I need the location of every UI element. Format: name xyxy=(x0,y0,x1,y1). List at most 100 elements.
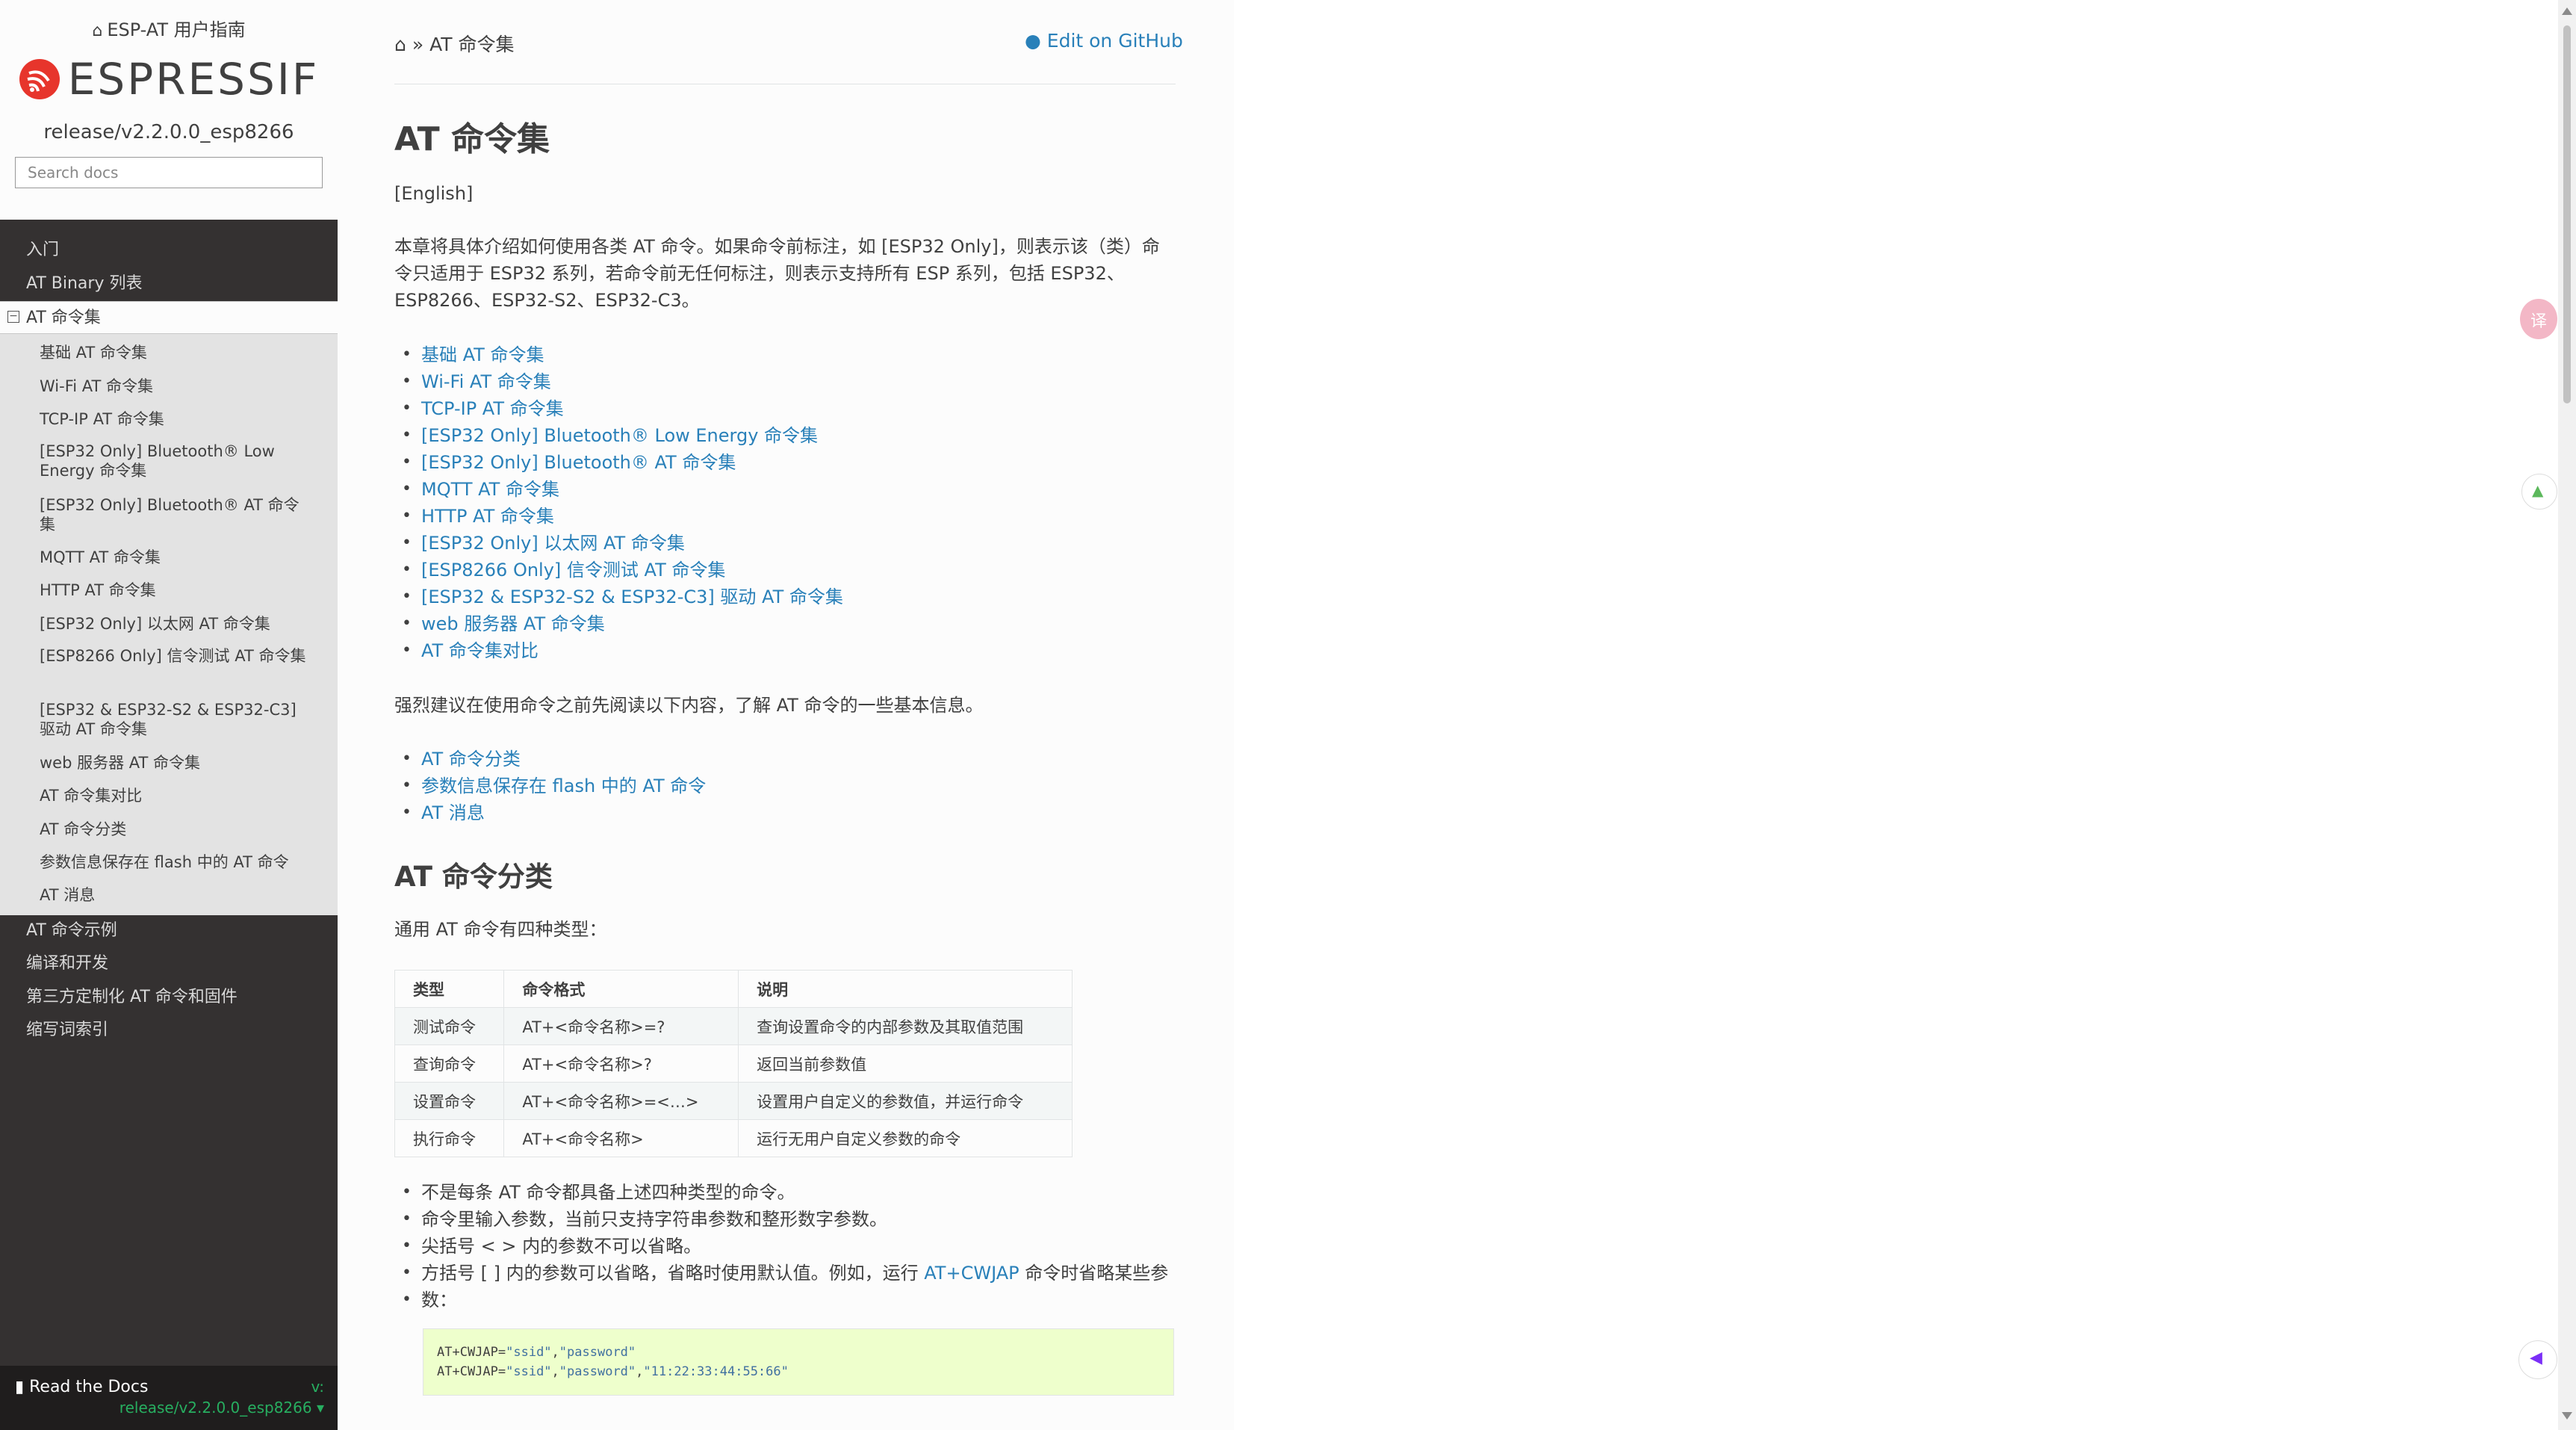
table-row: 测试命令 AT+<命令名称>=? 查询设置命令的内部参数及其取值范围 xyxy=(394,1007,1073,1045)
translate-icon: 译 xyxy=(2530,312,2548,331)
nav-item-at-commands[interactable]: − AT 命令集 xyxy=(0,301,338,334)
subnav-item[interactable]: MQTT AT 命令集 xyxy=(40,548,308,567)
breadcrumb: ⌂ » AT 命令集 xyxy=(394,30,514,57)
table-cell: 返回当前参数值 xyxy=(738,1044,1073,1083)
page-title: AT 命令集 xyxy=(394,120,550,158)
version-label: release/v2.2.0.0_esp8266 xyxy=(43,121,294,143)
toc-link[interactable]: 基础 AT 命令集 xyxy=(394,341,843,368)
note-item: 方括号 [ ] 内的参数可以省略，省略时使用默认值。例如，运行 AT+CWJAP… xyxy=(394,1260,1168,1287)
table-cell: 查询设置命令的内部参数及其取值范围 xyxy=(738,1007,1073,1045)
subnav-item[interactable]: AT 命令分类 xyxy=(40,820,308,839)
table-header-row: 类型 命令格式 说明 xyxy=(394,970,1073,1008)
toc-link[interactable]: [ESP32 Only] Bluetooth® AT 命令集 xyxy=(394,449,843,476)
translate-extension-button[interactable]: 译 xyxy=(2520,299,2557,339)
table-cell: 设置命令 xyxy=(394,1082,505,1120)
subnav-item[interactable]: [ESP32 & ESP32-S2 & ESP32-C3] 驱动 AT 命令集 xyxy=(40,700,308,739)
leaf-icon: ▲ xyxy=(2532,481,2544,499)
github-icon: ● xyxy=(1025,30,1041,52)
toc-list: 基础 AT 命令集 Wi-Fi AT 命令集 TCP-IP AT 命令集 [ES… xyxy=(394,341,843,664)
search-input[interactable] xyxy=(15,157,323,188)
subnav-item[interactable]: [ESP32 Only] Bluetooth® AT 命令集 xyxy=(40,495,308,534)
rtd-version: release/v2.2.0.0_esp8266 ▾ xyxy=(119,1399,324,1417)
table-cell: 测试命令 xyxy=(394,1007,505,1045)
table-cell: AT+<命令名称> xyxy=(503,1119,739,1157)
nav-item-examples[interactable]: AT 命令示例 xyxy=(0,914,338,947)
note-item-continued: 数： xyxy=(394,1287,1168,1313)
collapse-toggle-icon[interactable]: − xyxy=(7,311,19,323)
toc-link[interactable]: MQTT AT 命令集 xyxy=(394,476,843,503)
table-cell: 设置用户自定义的参数值，并运行命令 xyxy=(738,1082,1073,1120)
recommend-paragraph: 强烈建议在使用命令之前先阅读以下内容，了解 AT 命令的一些基本信息。 xyxy=(394,695,984,716)
subnav-item[interactable]: Wi-Fi AT 命令集 xyxy=(40,377,308,396)
cwjap-link[interactable]: AT+CWJAP xyxy=(924,1263,1019,1284)
nav-item-build[interactable]: 编译和开发 xyxy=(0,947,338,980)
command-type-table: 类型 命令格式 说明 测试命令 AT+<命令名称>=? 查询设置命令的内部参数及… xyxy=(394,970,1073,1157)
breadcrumb-separator: » xyxy=(412,34,424,55)
logo-text: ESPRESSIF xyxy=(67,54,320,105)
table-header: 命令格式 xyxy=(503,970,739,1008)
vertical-scrollbar[interactable] xyxy=(2558,0,2576,1430)
caret-down-icon: ▾ xyxy=(316,1399,324,1417)
english-link[interactable]: [English] xyxy=(394,180,1176,207)
subnav-item[interactable]: 基础 AT 命令集 xyxy=(40,343,308,362)
toc-link[interactable]: AT 命令集对比 xyxy=(394,637,843,664)
edit-on-github-link[interactable]: ● Edit on GitHub xyxy=(1025,30,1183,52)
nav-item-label: AT 命令集 xyxy=(26,309,101,327)
home-icon: ⌂ xyxy=(92,22,103,40)
table-row: 设置命令 AT+<命令名称>=<…> 设置用户自定义的参数值，并运行命令 xyxy=(394,1082,1073,1120)
table-header: 类型 xyxy=(394,970,505,1008)
book-icon: ▮ xyxy=(15,1378,30,1396)
table-cell: 运行无用户自定义参数的命令 xyxy=(738,1119,1073,1157)
toc2-list: AT 命令分类 参数信息保存在 flash 中的 AT 命令 AT 消息 xyxy=(394,746,706,826)
toc-link[interactable]: HTTP AT 命令集 xyxy=(394,503,843,530)
subnav-panel: 基础 AT 命令集 Wi-Fi AT 命令集 TCP-IP AT 命令集 [ES… xyxy=(0,334,338,915)
toc2-link[interactable]: AT 命令分类 xyxy=(394,746,706,773)
subnav-item[interactable]: AT 消息 xyxy=(40,885,308,905)
toc-link[interactable]: web 服务器 AT 命令集 xyxy=(394,610,843,637)
toc-link[interactable]: [ESP32 Only] Bluetooth® Low Energy 命令集 xyxy=(394,422,843,449)
subnav-item[interactable]: 参数信息保存在 flash 中的 AT 命令 xyxy=(40,852,308,872)
section-intro: 通用 AT 命令有四种类型： xyxy=(394,919,607,940)
table-cell: AT+<命令名称>=<…> xyxy=(503,1082,739,1120)
sidebar: ⌂ ESP-AT 用户指南 ESPRESSIF release/v2.2.0.0_… xyxy=(0,0,338,1430)
subnav-item[interactable]: [ESP32 Only] 以太网 AT 命令集 xyxy=(40,614,308,634)
note-item: 不是每条 AT 命令都具备上述四种类型的命令。 xyxy=(394,1179,1168,1206)
nav-item-getting-started[interactable]: 入门 xyxy=(0,234,338,267)
scroll-down-icon[interactable] xyxy=(2562,1412,2572,1420)
sidebar-header: ⌂ ESP-AT 用户指南 ESPRESSIF release/v2.2.0.0_… xyxy=(0,0,338,220)
toc2-link[interactable]: AT 消息 xyxy=(394,799,706,826)
nav-item-at-binary[interactable]: AT Binary 列表 xyxy=(0,267,338,300)
nav-item-customize[interactable]: 第三方定制化 AT 命令和固件 xyxy=(0,981,338,1014)
espressif-logo-icon xyxy=(19,59,60,99)
subnav-item[interactable]: HTTP AT 命令集 xyxy=(40,581,308,600)
assistant-extension-button[interactable]: ◀ xyxy=(2518,1340,2557,1379)
toc-link[interactable]: [ESP32 Only] 以太网 AT 命令集 xyxy=(394,530,843,557)
project-title-link[interactable]: ⌂ ESP-AT 用户指南 xyxy=(0,0,338,42)
toc-link[interactable]: [ESP32 & ESP32-S2 & ESP32-C3] 驱动 AT 命令集 xyxy=(394,584,843,610)
scroll-up-icon[interactable] xyxy=(2562,7,2572,15)
subnav-item[interactable]: web 服务器 AT 命令集 xyxy=(40,753,308,773)
section-title: AT 命令分类 xyxy=(394,861,553,893)
notes-list: 不是每条 AT 命令都具备上述四种类型的命令。 命令里输入参数，当前只支持字符串… xyxy=(394,1179,1168,1313)
toc2-link[interactable]: 参数信息保存在 flash 中的 AT 命令 xyxy=(394,773,706,799)
scrollbar-thumb[interactable] xyxy=(2563,25,2571,403)
rtd-label: ▮ Read the Docs xyxy=(15,1378,149,1396)
toc-link[interactable]: Wi-Fi AT 命令集 xyxy=(394,368,843,395)
nav-item-glossary[interactable]: 缩写词索引 xyxy=(0,1014,338,1047)
rtd-version-switcher[interactable]: ▮ Read the Docs v: release/v2.2.0.0_esp8… xyxy=(0,1366,338,1430)
espressif-logo[interactable]: ESPRESSIF xyxy=(0,54,338,105)
subnav-item[interactable]: [ESP8266 Only] 信令测试 AT 命令集 xyxy=(40,646,308,666)
extension-button[interactable]: ▲ xyxy=(2521,474,2557,510)
rtd-v-label: v: xyxy=(311,1378,324,1396)
subnav-item[interactable]: AT 命令集对比 xyxy=(40,786,308,805)
table-cell: 执行命令 xyxy=(394,1119,505,1157)
home-icon[interactable]: ⌂ xyxy=(394,34,406,55)
subnav-item[interactable]: [ESP32 Only] Bluetooth® Low Energy 命令集 xyxy=(40,442,308,480)
toc-link[interactable]: TCP-IP AT 命令集 xyxy=(394,395,843,422)
toc-link[interactable]: [ESP8266 Only] 信令测试 AT 命令集 xyxy=(394,557,843,584)
note-item: 尖括号 < > 内的参数不可以省略。 xyxy=(394,1233,1168,1260)
subnav-item[interactable]: TCP-IP AT 命令集 xyxy=(40,409,308,429)
code-line: AT+CWJAP="ssid","password" xyxy=(437,1345,636,1360)
table-cell: AT+<命令名称>=? xyxy=(503,1007,739,1045)
code-block: AT+CWJAP="ssid","password" AT+CWJAP="ssi… xyxy=(423,1328,1174,1396)
